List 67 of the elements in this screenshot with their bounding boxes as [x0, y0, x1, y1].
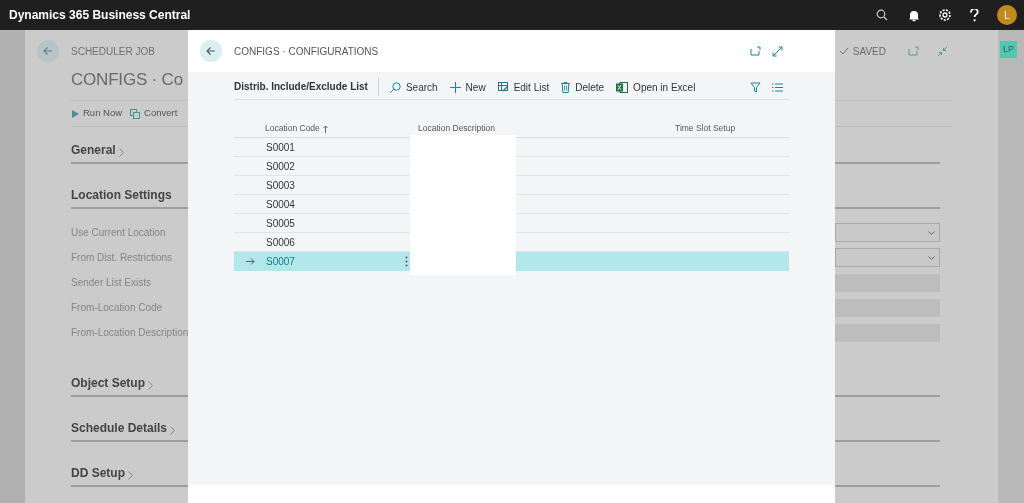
search-icon — [389, 81, 401, 93]
edit-list-button[interactable]: Edit List — [496, 77, 551, 97]
table-cell-text: S0003 — [266, 178, 295, 193]
chevron-right-icon[interactable] — [128, 471, 133, 480]
edit-list-icon — [497, 82, 509, 92]
table-cell-text: S0007 — [266, 254, 295, 269]
collapse-icon[interactable] — [937, 45, 948, 57]
back-button[interactable] — [37, 40, 59, 62]
section-title: DD Setup — [71, 465, 125, 482]
table-cell-text: S0004 — [266, 197, 295, 212]
chevron-right-icon[interactable] — [118, 148, 124, 157]
delete-button[interactable]: Delete — [560, 77, 606, 97]
open-in-new-window-icon[interactable] — [908, 46, 919, 56]
app-title: Dynamics 365 Business Central — [9, 7, 191, 24]
copy-icon — [130, 108, 141, 119]
trash-icon — [561, 81, 571, 93]
chevron-right-icon[interactable] — [148, 381, 153, 390]
play-icon — [72, 109, 79, 118]
field-label: Sender List Exists — [71, 276, 153, 290]
help-icon[interactable] — [970, 8, 979, 22]
section-title: Location Settings — [71, 187, 172, 204]
section-title: Schedule Details — [71, 420, 168, 437]
chevron-right-icon[interactable] — [170, 426, 176, 435]
column-header[interactable]: Location Description — [418, 122, 495, 135]
excel-icon — [616, 81, 629, 93]
field-label: From Dist. Restrictions — [71, 251, 174, 265]
dialog-title: CONFIGS · CONFIGURATIONS — [234, 44, 379, 59]
dropdown-field[interactable] — [835, 248, 940, 267]
field-label: Use Current Location — [71, 226, 167, 240]
table-cell-text: S0005 — [266, 216, 295, 231]
open-in-excel-button[interactable]: Open in Excel — [615, 77, 697, 97]
convert-button[interactable]: Convert — [129, 103, 179, 124]
open-in-new-window-icon[interactable] — [750, 46, 761, 56]
column-header[interactable]: Time Slot Setup — [675, 122, 736, 135]
arrow-right-icon — [245, 257, 255, 265]
chevron-down-icon — [928, 255, 935, 260]
section-title: General — [71, 142, 116, 159]
back-arrow-icon — [43, 46, 53, 56]
settings-icon[interactable] — [938, 8, 952, 22]
back-button[interactable] — [200, 40, 222, 62]
search-icon[interactable] — [876, 9, 888, 21]
dropdown-field[interactable] — [835, 223, 940, 242]
field-label: From-Location Code — [71, 301, 164, 315]
user-badge[interactable]: LP — [1000, 41, 1017, 58]
saved-status: SAVED — [852, 44, 886, 59]
table-cell-text: S0001 — [266, 140, 295, 155]
bell-icon[interactable] — [908, 8, 920, 22]
section-title: Object Setup — [71, 375, 145, 392]
filter-icon[interactable] — [750, 81, 761, 93]
field-label: From-Location Description — [71, 326, 188, 340]
sort-ascending-icon — [322, 124, 328, 133]
plus-icon — [449, 81, 461, 93]
list-title: Distrib. Include/Exclude List — [234, 78, 379, 96]
column-header[interactable]: Location Code — [265, 122, 328, 135]
table-cell-text: S0002 — [266, 159, 295, 174]
table-cell-text: S0006 — [266, 235, 295, 250]
list-view-icon[interactable] — [772, 82, 783, 92]
expand-icon[interactable] — [772, 45, 783, 57]
page-title: CONFIGS · Co — [71, 70, 183, 89]
checkmark-icon — [838, 47, 849, 55]
breadcrumb: SCHEDULER JOB — [71, 44, 155, 59]
new-button[interactable]: New — [448, 77, 487, 97]
run-now-button[interactable]: Run Now — [71, 103, 124, 124]
search-button[interactable]: Search — [388, 77, 439, 97]
chevron-down-icon — [928, 230, 935, 235]
more-options-icon[interactable] — [405, 255, 408, 267]
back-arrow-icon — [206, 46, 216, 56]
